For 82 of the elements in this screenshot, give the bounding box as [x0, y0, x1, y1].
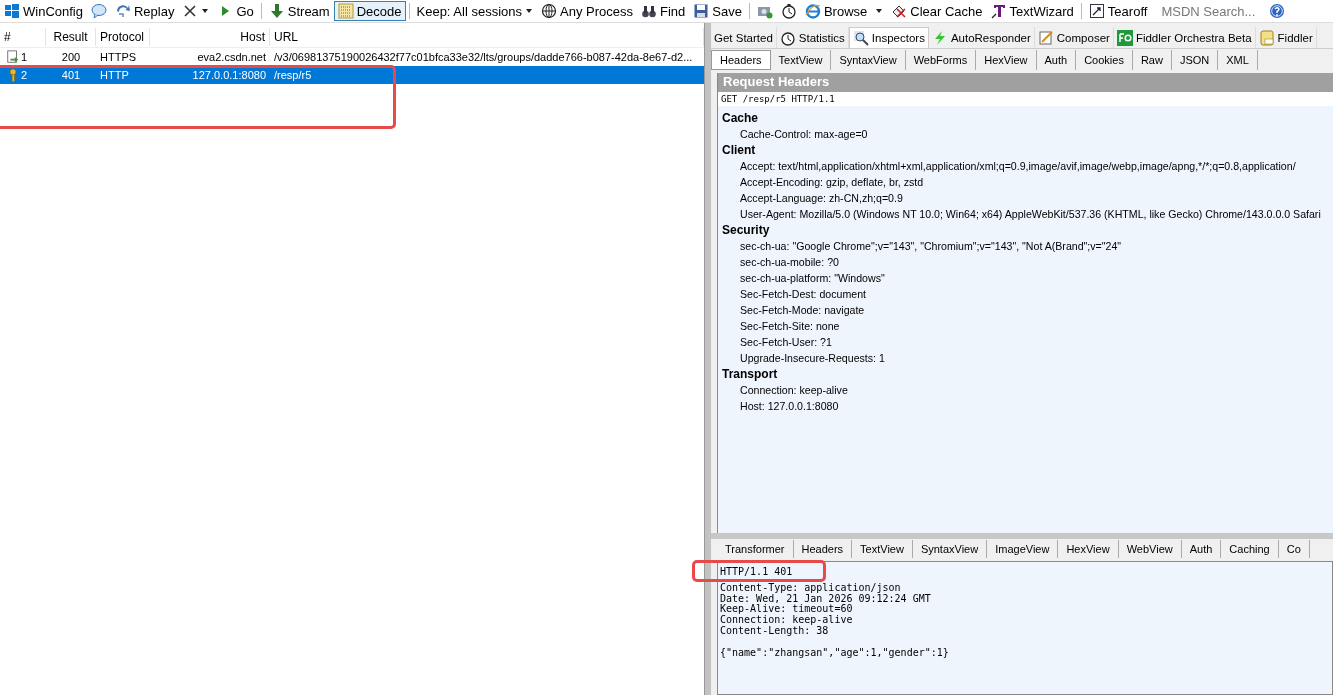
toolbar-button[interactable]: Browse: [800, 1, 872, 21]
header-line: Sec-Fetch-User: ?1: [739, 335, 832, 350]
grid-icon: [337, 3, 354, 19]
toolbar-button[interactable]: Save: [689, 1, 746, 21]
help-icon: [1269, 3, 1286, 19]
header-line: Host: 127.0.0.1:8080: [739, 399, 839, 414]
header-line: Accept-Language: zh-CN,zh;q=0.9: [739, 191, 903, 206]
stopwatch-icon: [779, 29, 796, 46]
header-line: Accept: text/html,application/xhtml+xml,application/xml;q=0.9,image/avif,image/webp,image/apng,*/*;q=0.8,application/: [739, 159, 1296, 174]
letter-e-icon: [804, 3, 821, 19]
column-header[interactable]: Host: [150, 28, 270, 46]
toolbar-button[interactable]: Find: [637, 1, 690, 21]
script-icon: [1258, 29, 1275, 46]
header-line: Accept-Encoding: gzip, deflate, br, zstd: [739, 175, 924, 190]
eraser-icon: [891, 3, 908, 19]
header-line: sec-ch-ua-mobile: ?0: [739, 255, 839, 270]
caret-icon: [525, 7, 533, 15]
table-cell-text: 127.0.0.1:8080: [191, 69, 267, 81]
group-heading: Security: [722, 222, 771, 238]
toolbar-button[interactable]: Stream: [264, 1, 334, 21]
table-cell-text: eva2.csdn.net: [196, 51, 267, 63]
header-line: Upgrade-Insecure-Requests: 1: [739, 351, 885, 366]
response-line: Content-Length: 38: [720, 626, 829, 637]
header-line: sec-ch-ua-platform: "Windows": [739, 271, 885, 286]
header-line: Cache-Control: max-age=0: [739, 127, 868, 142]
toolbar-button[interactable]: Replay: [110, 1, 179, 21]
crosshair-globe-icon: [541, 3, 557, 19]
tab[interactable]: Headers: [711, 50, 771, 70]
response-line: Keep-Alive: timeout=60: [720, 604, 854, 616]
toolbar-button[interactable]: Any Process: [537, 1, 637, 21]
table-cell-text: /v3/06981375190026432f77c01bfca33e32/lts/groups/dadde766-b087-42da-8e67-d2...: [273, 51, 694, 63]
group-heading: Client: [722, 142, 757, 158]
group-heading: Cache: [722, 110, 760, 126]
table-cell-text: HTTPS: [99, 51, 138, 63]
table-cell: 2: [21, 69, 28, 81]
table-cell-text: HTTP: [99, 69, 130, 81]
header-line: Sec-Fetch-Mode: navigate: [739, 303, 865, 318]
column-header[interactable]: Result: [46, 28, 96, 46]
caret-icon: [875, 7, 884, 15]
response-line: Content-Type: application/json: [720, 582, 902, 593]
toolbar-button[interactable]: Go: [213, 1, 258, 21]
toolbar-button[interactable]: WinConfig: [0, 1, 87, 21]
cross-icon: [182, 3, 199, 19]
response-line: Date: Wed, 21 Jan 2026 09:12:24 GMT: [720, 593, 932, 604]
letter-t-icon: [990, 3, 1007, 19]
response-line: HTTP/1.1 401: [720, 567, 794, 578]
table-cell: 1: [21, 51, 28, 63]
circular-arrow-icon: [114, 3, 131, 19]
header-line: Connection: keep-alive: [739, 383, 848, 398]
key-icon: [6, 68, 20, 82]
tab[interactable]: Inspectors: [848, 27, 929, 48]
header-line: Sec-Fetch-Site: none: [739, 319, 840, 334]
dropdown-button[interactable]: Keep: All sessions: [412, 1, 537, 21]
caret-icon: [201, 7, 210, 15]
table-cell-text: 200: [60, 51, 82, 63]
header-line: User-Agent: Mozilla/5.0 (Windows NT 10.0; Win64; x64) AppleWebKit/537.36 (KHTML, like Gecko) Chrome/143.0.0.0 Safari: [739, 207, 1321, 222]
windows-icon: [4, 3, 20, 19]
toolbar-button[interactable]: Decode: [333, 1, 406, 21]
toolbar-button[interactable]: Tearoff: [1084, 1, 1152, 21]
group-heading: Transport: [722, 366, 779, 382]
session-row[interactable]: 2 401 HTTP 127.0.0.1:8080 /resp/r5: [0, 66, 704, 84]
fo-badge-icon: [1116, 29, 1133, 46]
table-cell-text: 401: [60, 69, 82, 81]
header-line: sec-ch-ua: "Google Chrome";v="143", "Chromium";v="143", "Not A(Brand";v="24": [739, 239, 1122, 254]
toolbar-button[interactable]: Clear Cache: [887, 1, 987, 21]
magnifier-icon: [852, 30, 869, 46]
header-line: Sec-Fetch-Dest: document: [739, 287, 866, 302]
column-header[interactable]: #: [0, 28, 46, 46]
toolbar-button[interactable]: TextWizard: [986, 1, 1078, 21]
binoculars-icon: [641, 3, 657, 19]
column-header[interactable]: Protocol: [96, 28, 150, 46]
response-body: {"name":"zhangsan","age":1,"gender":1}: [720, 647, 950, 659]
down-arrow-icon: [268, 3, 285, 19]
table-cell-text: /resp/r5: [273, 69, 313, 81]
speech-bubble-icon: [90, 3, 107, 19]
section-title: Request Headers: [718, 73, 1333, 92]
stopwatch-icon: [780, 3, 797, 19]
tab[interactable]: Get Started: [711, 27, 777, 48]
response-line: Connection: keep-alive: [720, 615, 854, 626]
notepad-icon: [1037, 29, 1054, 46]
save-icon: [693, 3, 710, 19]
session-row[interactable]: 1 200 HTTPS eva2.csdn.net /v3/06981375190026432f77c01bfca33e32/lts/groups/dadde766-b087-42da-8e67-d2...: [0, 48, 704, 66]
